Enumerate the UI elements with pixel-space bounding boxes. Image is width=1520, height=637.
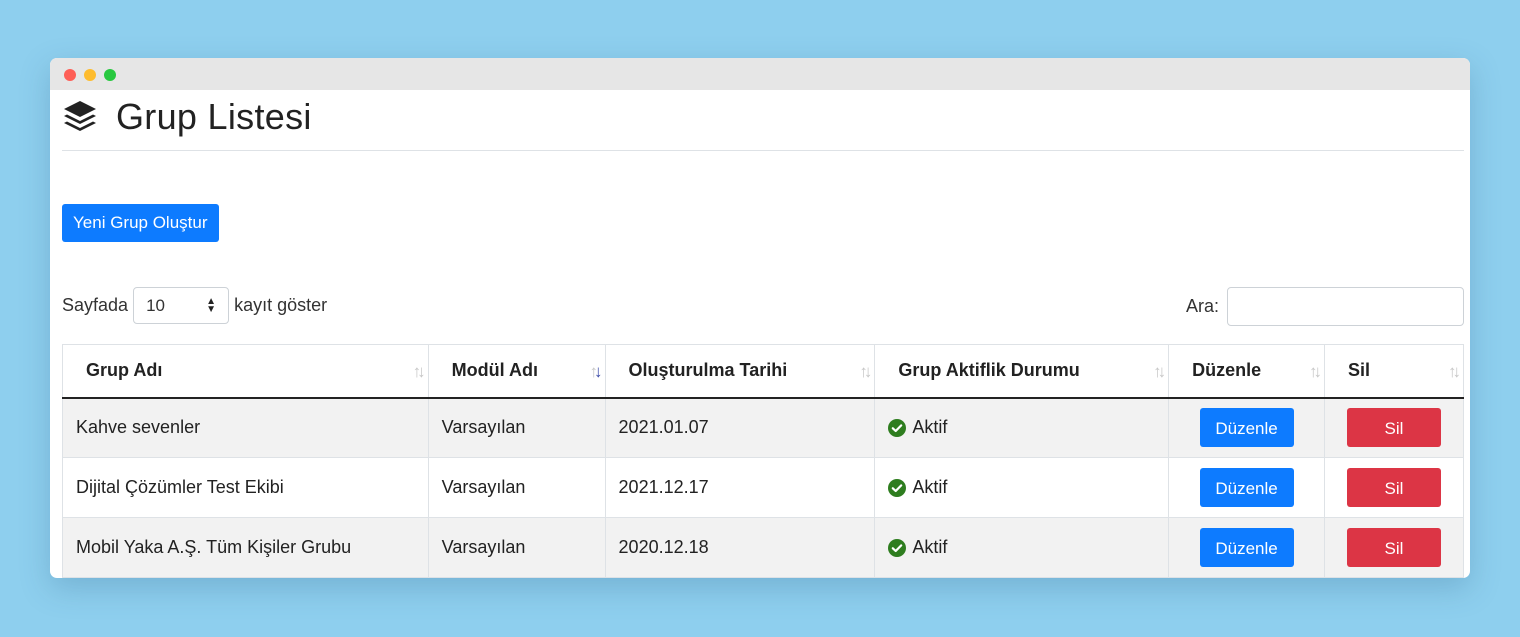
search-control: Ara: [1186,287,1464,326]
column-header-edit[interactable]: Düzenle ↑↓ [1168,344,1325,399]
table-row: Kahve sevenler Varsayılan 2021.01.07 Akt… [62,397,1464,458]
delete-button[interactable]: Sil [1347,468,1441,507]
layers-icon [64,101,96,131]
check-circle-icon [888,478,907,497]
delete-cell: Sil [1324,517,1464,578]
check-circle-icon [888,418,907,437]
column-header-created-date[interactable]: Oluşturulma Tarihi ↑↓ [604,344,875,399]
column-header-module-name[interactable]: Modül Adı ↑↓ [427,344,606,399]
column-header-group-name[interactable]: Grup Adı ↑↓ [62,344,429,399]
select-arrows-icon: ▲ ▼ [206,295,217,315]
module-name-cell: Varsayılan [427,517,606,578]
group-table: Grup Adı ↑↓ Modül Adı ↑↓ Oluşturulma Tarih… [62,344,1464,578]
table-row: Mobil Yaka A.Ş. Tüm Kişiler Grubu Varsay… [62,517,1464,578]
edit-cell: Düzenle [1168,397,1325,458]
create-group-button[interactable]: Yeni Grup Oluştur [62,204,219,242]
column-header-label: Sil [1348,360,1371,381]
sort-desc-icon: ↑↓ [589,362,603,381]
page-title: Grup Listesi [116,96,312,137]
column-header-label: Grup Adı [86,360,163,381]
table-row: Dijital Çözümler Test Ekibi Varsayılan 2… [62,457,1464,518]
created-date-cell: 2021.01.07 [604,397,875,458]
status-cell: Aktif [874,517,1169,578]
sort-icon: ↑↓ [1153,362,1166,381]
edit-cell: Düzenle [1168,457,1325,518]
column-header-label: Modül Adı [451,360,538,381]
status-badge: Aktif [888,537,1168,558]
column-header-label: Grup Aktiflik Durumu [898,360,1080,381]
page-length-select[interactable]: 10 ▲ ▼ [133,287,230,324]
column-header-label: Düzenle [1192,360,1262,381]
created-date-cell: 2020.12.18 [604,517,875,578]
column-header-active-status[interactable]: Grup Aktiflik Durumu ↑↓ [874,344,1169,399]
status-badge: Aktif [888,477,1168,498]
status-text: Aktif [912,477,948,497]
status-cell: Aktif [874,397,1169,458]
status-text: Aktif [912,417,948,438]
delete-cell: Sil [1324,457,1464,518]
search-label: Ara: [1185,296,1219,316]
edit-button[interactable]: Düzenle [1199,408,1294,448]
status-cell: Aktif [874,457,1169,518]
created-date-cell: 2021.12.17 [604,457,875,518]
page-length-value: 10 [146,295,165,315]
page-length-prefix: Sayfada [62,295,129,315]
group-name-cell: Mobil Yaka A.Ş. Tüm Kişiler Grubu [62,517,429,578]
group-name-cell: Kahve sevenler [62,397,429,458]
page-content: Grup Listesi Yeni Grup Oluştur Sayfada 1… [62,90,1464,578]
maximize-window-button[interactable] [104,69,116,81]
minimize-window-button[interactable] [84,69,96,81]
table-header-row: Grup Adı ↑↓ Modül Adı ↑↓ Oluşturulma Tarih… [62,344,1464,399]
delete-button[interactable]: Sil [1347,408,1441,448]
group-name-cell: Dijital Çözümler Test Ekibi [62,457,429,518]
sort-icon: ↑↓ [412,362,426,381]
status-text: Aktif [912,537,948,557]
search-input[interactable] [1227,287,1464,326]
sort-icon: ↑↓ [859,362,872,381]
edit-cell: Düzenle [1168,517,1325,578]
sort-icon: ↑↓ [1309,362,1322,381]
page-length-suffix: kayıt göster [234,295,328,315]
page-length-control: Sayfada 10 ▲ ▼ kayıt göster [62,287,327,324]
delete-button[interactable]: Sil [1347,528,1441,567]
column-header-label: Oluşturulma Tarihi [628,360,788,381]
module-name-cell: Varsayılan [427,457,606,518]
sort-icon: ↑↓ [1448,362,1461,381]
check-circle-icon [888,538,907,557]
edit-button[interactable]: Düzenle [1199,528,1294,567]
close-window-button[interactable] [64,69,76,81]
status-badge: Aktif [888,417,1168,438]
browser-window: Grup Listesi Yeni Grup Oluştur Sayfada 1… [50,58,1470,578]
page-header: Grup Listesi [62,84,1464,151]
module-name-cell: Varsayılan [427,397,606,458]
edit-button[interactable]: Düzenle [1199,468,1294,507]
delete-cell: Sil [1324,397,1464,458]
column-header-delete[interactable]: Sil ↑↓ [1324,344,1464,399]
